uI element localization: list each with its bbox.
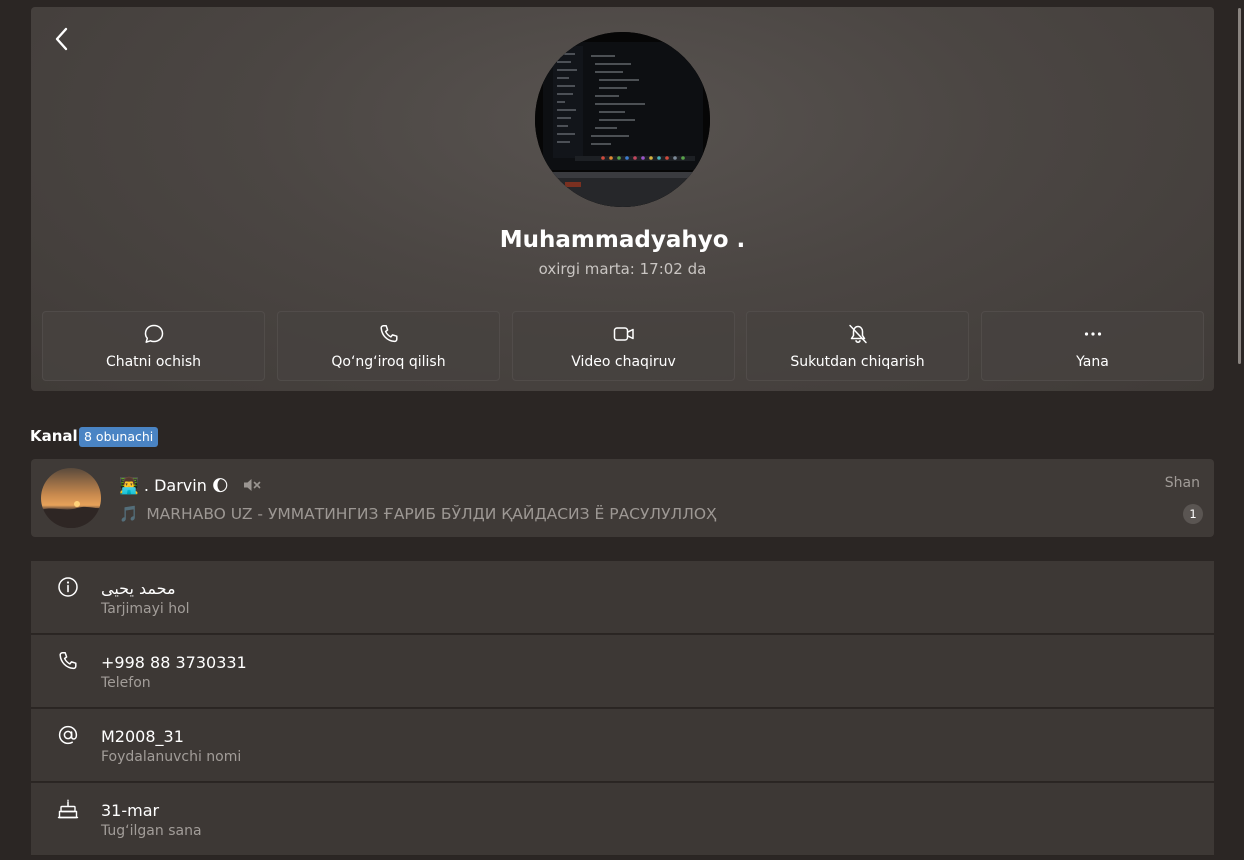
username-value: M2008_31 [101,727,184,746]
video-camera-icon [613,327,634,341]
channel-item[interactable]: 👨‍💻 . Darvin 🌔 Shan 🎵 MARHABO UZ - УММАТ… [31,459,1214,537]
music-note-emoji: 🎵 [119,505,139,523]
channel-name-text: . Darvin [143,475,207,495]
more-dots-icon [1084,332,1101,336]
unmute-button[interactable]: Sukutdan chiqarish [746,311,969,381]
chat-bubble-icon [144,324,163,343]
call-label: Qo‘ng‘iroq qilish [331,354,446,370]
bio-value: محمد يحيى [101,579,176,598]
action-bar: Chatni ochish Qo‘ng‘iroq qilish Video ch… [42,311,1204,381]
birthday-row[interactable]: 31-mar Tug‘ilgan sana [31,783,1214,856]
moon-emoji: 🌔 [211,475,229,495]
video-call-label: Video chaqiruv [571,354,676,370]
phone-value: +998 88 3730331 [101,653,247,672]
subscriber-count-badge: 8 obunachi [79,427,159,447]
phone-icon [379,325,398,343]
profile-avatar[interactable] [535,32,710,207]
back-button[interactable] [49,25,75,53]
more-label: Yana [1076,354,1109,370]
scrollbar-thumb[interactable] [1238,8,1241,364]
bio-row[interactable]: محمد يحيى Tarjimayi hol [31,561,1214,634]
speaker-muted-icon [243,479,260,491]
call-button[interactable]: Qo‘ng‘iroq qilish [277,311,500,381]
channel-message-text: MARHABO UZ - УММАТИНГИЗ ҒАРИБ БЎЛДИ ҚАЙД… [146,505,717,523]
bio-label: Tarjimayi hol [101,601,190,617]
phone-row[interactable]: +998 88 3730331 Telefon [31,635,1214,708]
at-sign-icon [58,725,78,745]
channel-section-title: Kanal [30,427,78,445]
open-chat-button[interactable]: Chatni ochish [42,311,265,381]
channel-last-message: 🎵 MARHABO UZ - УММАТИНГИЗ ҒАРИБ БЎЛДИ ҚА… [119,503,717,525]
unmute-label: Sukutdan chiqarish [790,354,925,370]
channel-avatar [41,468,101,528]
phone-icon [59,652,77,670]
username-label: Foydalanuvchi nomi [101,749,242,765]
chevron-left-icon [55,27,68,51]
profile-header: Muhammadyahyo . oxirgi marta: 17:02 da C… [31,7,1214,391]
technologist-emoji: 👨‍💻 [119,475,139,495]
profile-name: Muhammadyahyo . [499,227,746,253]
cake-icon [57,799,79,819]
profile-info-list: محمد يحيى Tarjimayi hol +998 88 3730331 … [31,561,1214,857]
unread-count-badge: 1 [1183,504,1203,524]
birthday-label: Tug‘ilgan sana [101,823,202,839]
channel-time: Shan [1164,475,1200,491]
info-icon [58,577,78,597]
username-row[interactable]: M2008_31 Foydalanuvchi nomi [31,709,1214,782]
more-button[interactable]: Yana [981,311,1204,381]
open-chat-label: Chatni ochish [105,354,202,370]
phone-label: Telefon [101,675,151,691]
video-call-button[interactable]: Video chaqiruv [512,311,735,381]
birthday-value: 31-mar [101,801,160,820]
channel-name: 👨‍💻 . Darvin 🌔 [119,473,262,497]
scrollbar[interactable] [1236,0,1244,860]
bell-off-icon [848,324,867,344]
profile-last-seen: oxirgi marta: 17:02 da [538,260,707,278]
